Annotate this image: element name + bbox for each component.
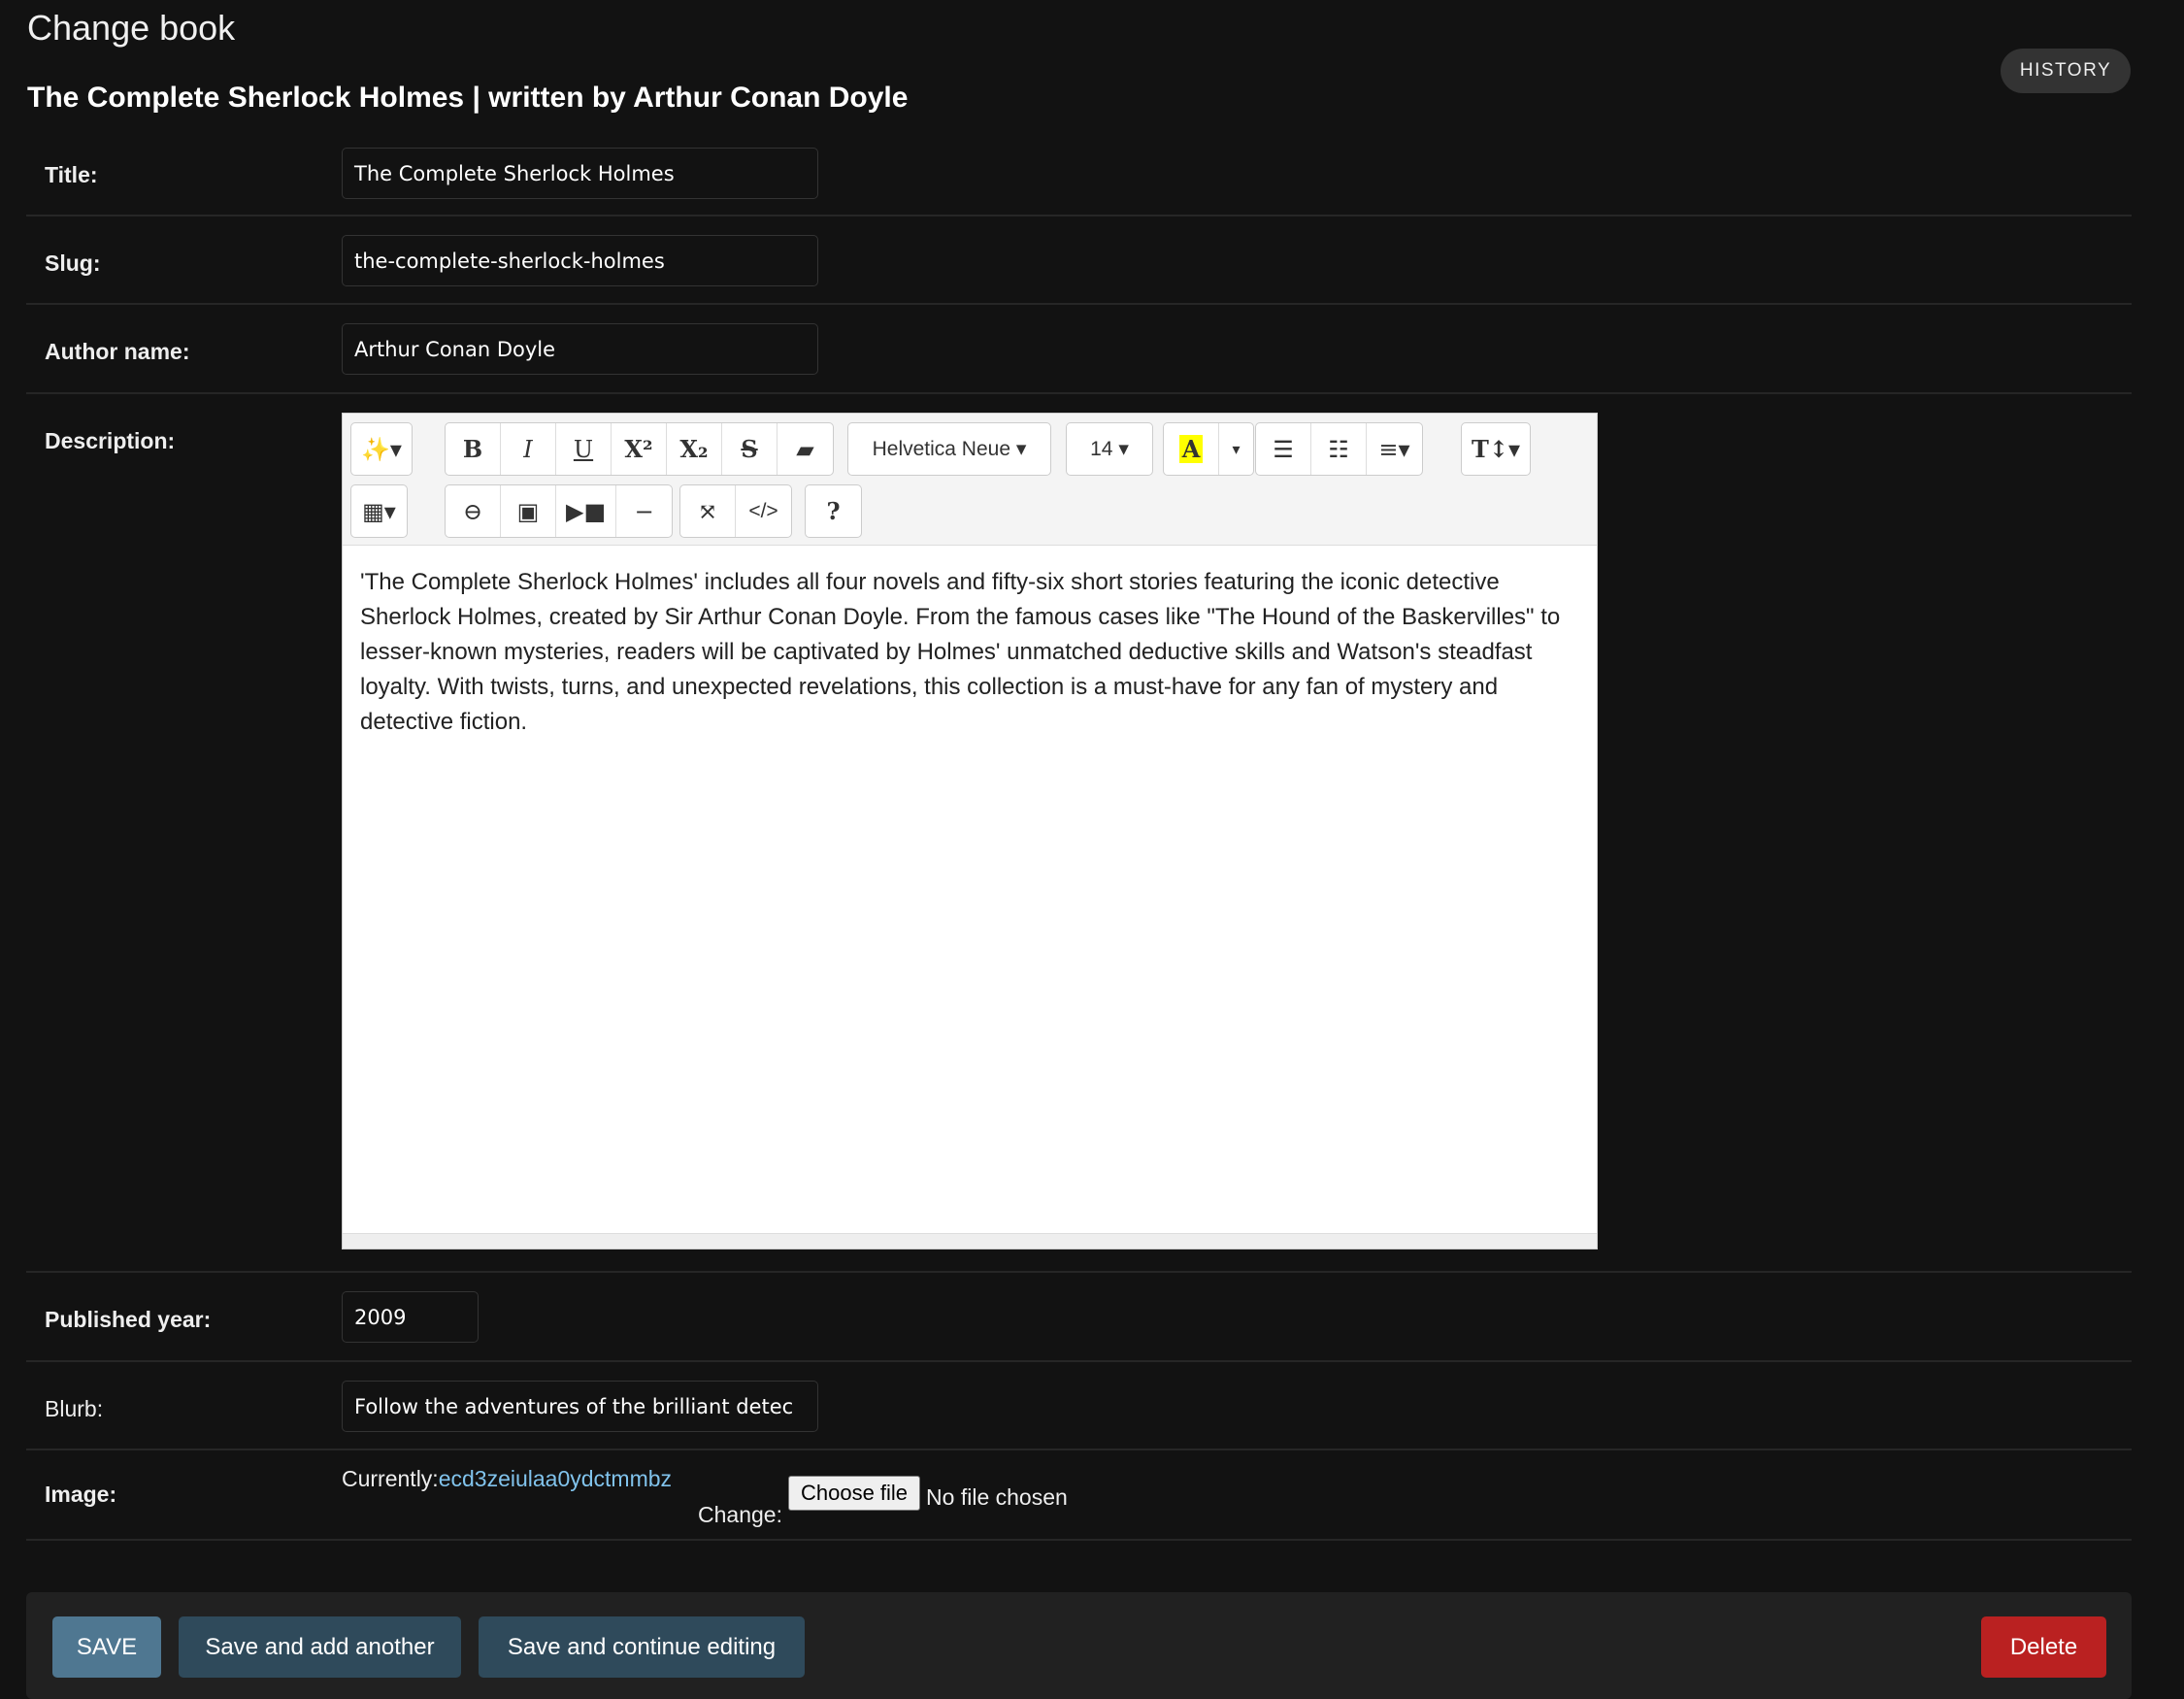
image-row: Image: Currently:ecd3zeiulaa0ydctmmbz Ch… (26, 1450, 2132, 1541)
author-input[interactable]: Arthur Conan Doyle (342, 323, 818, 375)
italic-icon[interactable]: I (501, 423, 556, 475)
delete-button[interactable]: Delete (1981, 1616, 2106, 1678)
color-dropdown-icon[interactable]: ▾ (1219, 423, 1253, 475)
slug-label: Slug: (45, 250, 101, 276)
change-label: Change: (698, 1502, 782, 1527)
fullscreen-icon[interactable]: ⤧ (680, 485, 736, 537)
image-label: Image: (45, 1482, 117, 1507)
save-button[interactable]: SAVE (52, 1616, 161, 1678)
save-and-add-another-button[interactable]: Save and add another (179, 1616, 461, 1678)
object-subtitle: The Complete Sherlock Holmes | written b… (27, 82, 909, 114)
published-year-label: Published year: (45, 1307, 212, 1332)
history-button[interactable]: HISTORY (2001, 49, 2131, 93)
currently-label: Currently: (342, 1466, 439, 1491)
current-file-link[interactable]: ecd3zeiulaa0ydctmmbz (439, 1466, 672, 1491)
font-size-dropdown[interactable]: 14 ▾ (1067, 423, 1152, 475)
title-label: Title: (45, 162, 98, 187)
line-height-icon[interactable]: T↕▾ (1462, 423, 1530, 475)
no-file-text: No file chosen (926, 1484, 1068, 1510)
page-title: Change book (27, 8, 236, 48)
help-icon[interactable]: ? (806, 485, 861, 537)
paragraph-align-icon[interactable]: ≡▾ (1367, 423, 1422, 475)
title-input[interactable]: The Complete Sherlock Holmes (342, 148, 818, 199)
subscript-icon[interactable]: X₂ (667, 423, 722, 475)
published-year-input[interactable]: 2009 (342, 1291, 479, 1343)
code-view-icon[interactable]: </> (736, 485, 791, 537)
bold-icon[interactable]: B (446, 423, 501, 475)
author-label: Author name: (45, 339, 190, 364)
save-and-continue-button[interactable]: Save and continue editing (479, 1616, 805, 1678)
eraser-icon[interactable]: ▰ (778, 423, 833, 475)
unordered-list-icon[interactable]: ☰ (1256, 423, 1311, 475)
superscript-icon[interactable]: X² (612, 423, 667, 475)
underline-icon[interactable]: U (556, 423, 612, 475)
published-year-row: Published year: 2009 (26, 1273, 2132, 1362)
link-icon[interactable]: ⊖ (446, 485, 501, 537)
blurb-row: Blurb: Follow the adventures of the bril… (26, 1362, 2132, 1450)
editor-toolbar: ✨▾ B I U X² X₂ S ▰ Helvetica Neue ▾ 14 ▾… (343, 414, 1597, 546)
choose-file-button[interactable]: Choose file (787, 1476, 921, 1511)
title-row: Title: The Complete Sherlock Holmes (26, 141, 2132, 217)
slug-row: Slug: the-complete-sherlock-holmes (26, 217, 2132, 305)
horizontal-rule-icon[interactable]: − (616, 485, 672, 537)
editor-content[interactable]: 'The Complete Sherlock Holmes' includes … (343, 546, 1597, 759)
description-label: Description: (45, 428, 176, 453)
table-icon[interactable]: ▦▾ (351, 485, 407, 537)
blurb-input[interactable]: Follow the adventures of the brilliant d… (342, 1381, 818, 1432)
strikethrough-icon[interactable]: S (722, 423, 778, 475)
ordered-list-icon[interactable]: ☷ (1311, 423, 1367, 475)
submit-row: SAVE Save and add another Save and conti… (26, 1592, 2132, 1699)
font-family-dropdown[interactable]: Helvetica Neue ▾ (848, 423, 1050, 475)
description-editor[interactable]: ✨▾ B I U X² X₂ S ▰ Helvetica Neue ▾ 14 ▾… (342, 413, 1598, 1249)
blurb-label: Blurb: (45, 1396, 104, 1421)
author-row: Author name: Arthur Conan Doyle (26, 305, 2132, 394)
video-icon[interactable]: ▶■ (556, 485, 617, 537)
magic-style-icon[interactable]: ✨▾ (351, 423, 412, 475)
editor-resize-bar[interactable] (343, 1233, 1597, 1249)
text-color-icon[interactable]: A (1164, 423, 1219, 475)
font-size-value: 14 (1090, 437, 1113, 460)
slug-input[interactable]: the-complete-sherlock-holmes (342, 235, 818, 286)
font-family-value: Helvetica Neue (872, 437, 1010, 460)
image-icon[interactable]: ▣ (501, 485, 556, 537)
